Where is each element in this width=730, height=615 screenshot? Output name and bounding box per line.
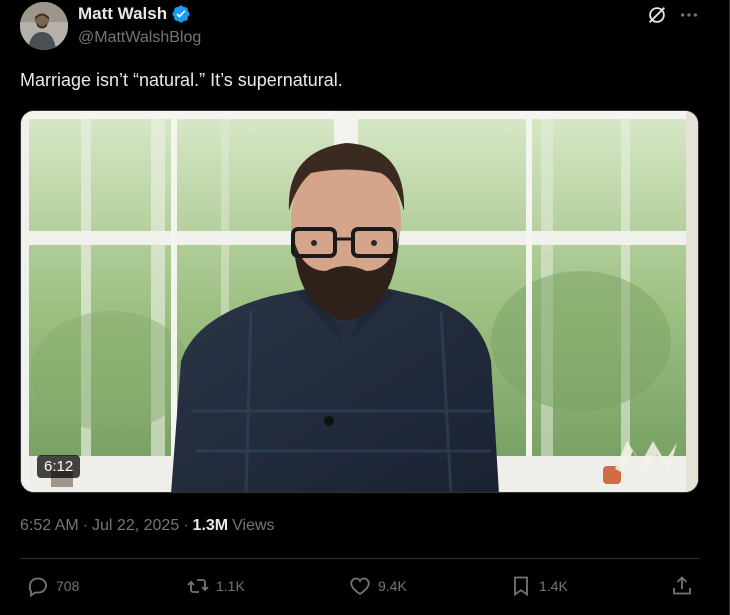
like-count: 9.4K — [378, 578, 407, 594]
bookmark-icon — [514, 576, 528, 597]
share-icon — [673, 576, 691, 595]
tweet-view: Matt Walsh @MattWalshBlog Marriage isn’t… — [0, 0, 730, 615]
heart-icon — [350, 577, 370, 596]
views-label: Views — [232, 517, 275, 534]
reply-button[interactable]: 708 — [26, 574, 79, 598]
tweet-text: Marriage isn’t “natural.” It’s supernatu… — [20, 70, 343, 90]
bookmark-button[interactable]: 1.4K — [509, 574, 568, 598]
avatar[interactable] — [20, 2, 68, 50]
author-display-name[interactable]: Matt Walsh — [78, 4, 167, 24]
video-thumbnail — [21, 111, 698, 492]
repost-count: 1.1K — [216, 578, 245, 594]
views-count: 1.3M — [192, 517, 229, 534]
meta-separator: · — [183, 517, 189, 534]
more-icon[interactable] — [678, 4, 700, 26]
verified-badge-icon — [172, 5, 190, 23]
action-bar: 708 1.1K 9.4K 1.4K — [0, 570, 730, 606]
meta-separator: · — [82, 517, 89, 534]
author-name-row: Matt Walsh — [78, 4, 191, 24]
bookmark-count: 1.4K — [539, 578, 568, 594]
video-duration-badge: 6:12 — [37, 455, 81, 478]
share-button[interactable] — [670, 574, 694, 598]
tweet-date[interactable]: Jul 22, 2025 — [92, 517, 179, 535]
reply-count: 708 — [56, 578, 80, 594]
grok-icon[interactable] — [646, 4, 668, 26]
reply-icon — [28, 577, 47, 598]
watermark-logo-icon — [615, 441, 677, 473]
video-player[interactable]: 6:12 — [20, 110, 699, 493]
tweet-meta: 6:52 AM · Jul 22, 2025 · 1.3M Views — [20, 517, 275, 535]
tweet-time[interactable]: 6:52 AM — [20, 517, 79, 535]
repost-icon — [187, 579, 209, 593]
repost-button[interactable]: 1.1K — [186, 574, 245, 598]
like-button[interactable]: 9.4K — [348, 574, 407, 598]
author-handle[interactable]: @MattWalshBlog — [78, 29, 201, 47]
divider — [20, 558, 700, 559]
